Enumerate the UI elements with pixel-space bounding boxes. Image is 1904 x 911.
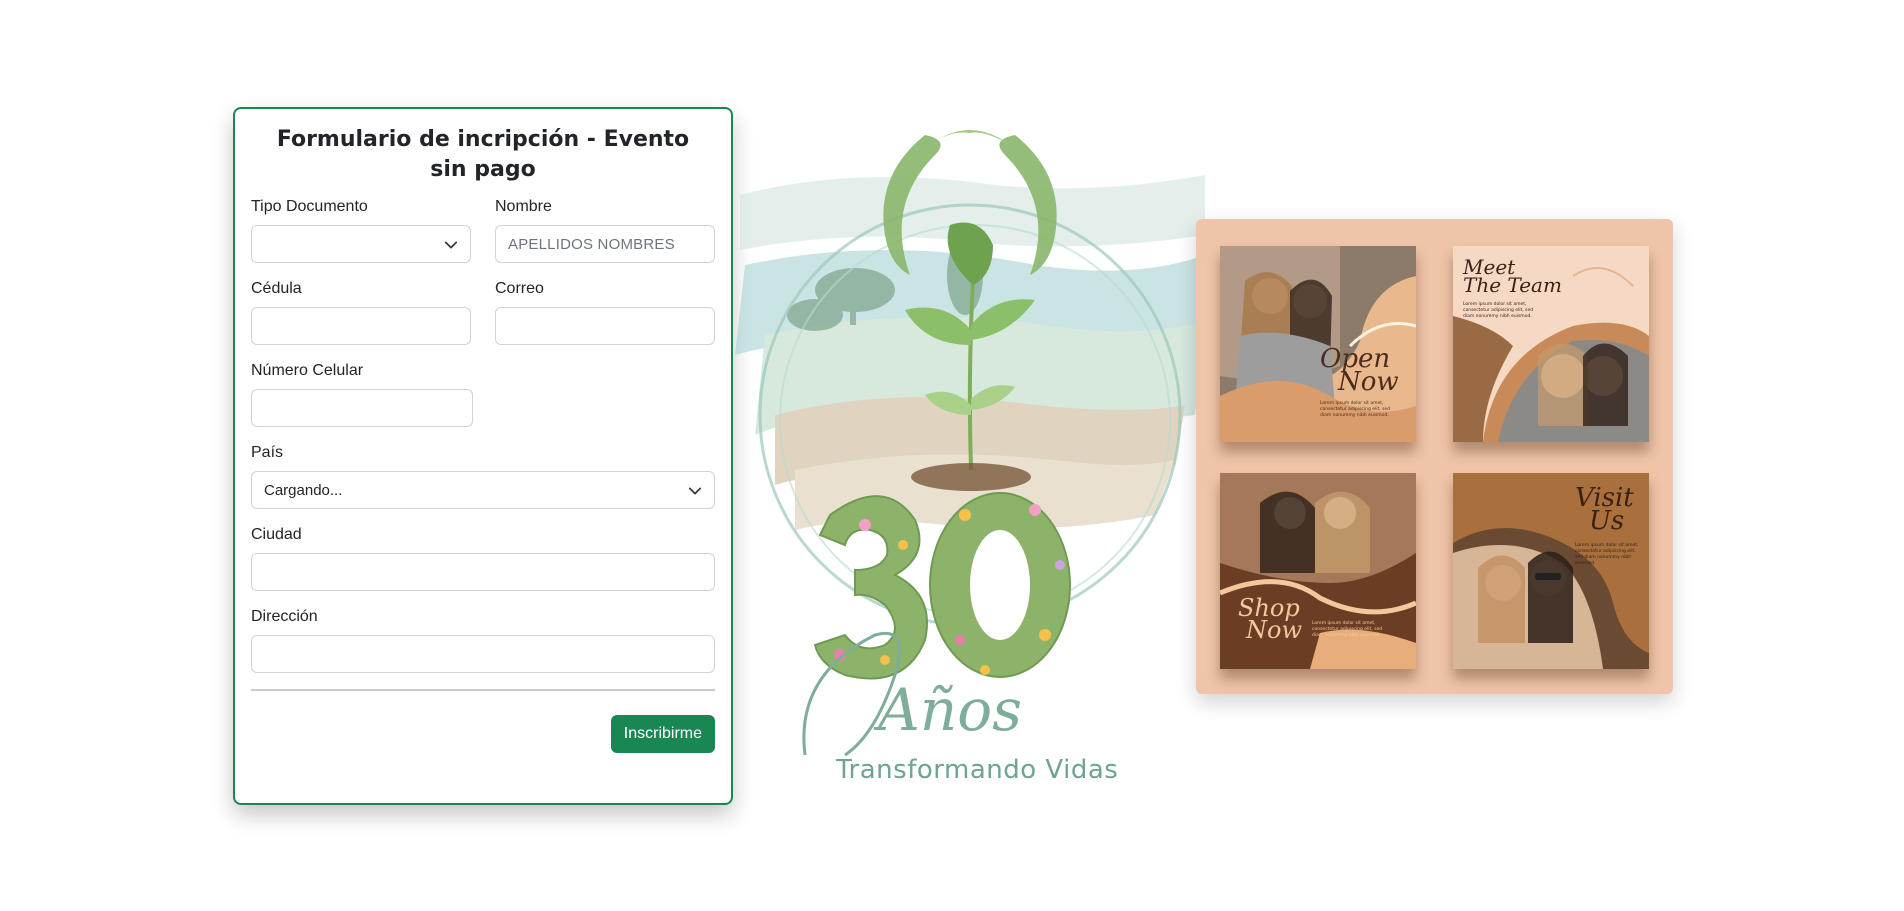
tile-1-title-line2: Now [1338,367,1399,398]
chevron-down-icon [444,241,458,249]
celular-input[interactable] [251,389,473,427]
page: Formulario de incripción - Evento sin pa… [0,0,1904,911]
promo-tile-open-now: Open Now Lorem ipsum dolor sit amet, con… [1220,246,1416,442]
nombre-label: Nombre [495,198,552,215]
logo-tagline: Transformando Vidas [836,755,1119,785]
promo-tile-visit-us: Visit Us Lorem ipsum dolor sit amet, con… [1453,473,1649,669]
promo-tile-shop-now: Shop Now Lorem ipsum dolor sit amet, con… [1220,473,1416,669]
tile-1-small-text: Lorem ipsum dolor sit amet, consectetur … [1320,401,1391,418]
anniversary-logo: Años [735,130,1205,757]
ciudad-label: Ciudad [251,526,302,543]
registration-form-card: Formulario de incripción - Evento sin pa… [233,107,733,805]
direccion-label: Dirección [251,608,318,625]
tipo-documento-select[interactable] [251,225,471,263]
tile-2-small-text: Lorem ipsum dolor sit amet, consectetur … [1463,302,1534,319]
tile-4-title-line2: Us [1589,506,1625,537]
chevron-down-icon [688,487,702,495]
pais-label: País [251,444,284,461]
nombre-input[interactable]: APELLIDOS NOMBRES [495,225,715,263]
celular-label: Número Celular [251,362,364,379]
tile-3-small-text: Lorem ipsum dolor sit amet, consectetur … [1312,621,1383,638]
direccion-input[interactable] [251,635,715,673]
promo-tile-meet-the-team: Meet The Team Lorem ipsum dolor sit amet… [1453,246,1649,442]
tipo-documento-label: Tipo Documento [251,198,368,215]
tile-2-title-line2: The Team [1463,273,1562,297]
logo-word: Años [873,676,1022,744]
cedula-label: Cédula [251,280,302,297]
pais-value: Cargando... [264,481,343,499]
cedula-input[interactable] [251,307,471,345]
correo-input[interactable] [495,307,715,345]
form-divider [251,689,715,691]
promo-panel: Open Now Lorem ipsum dolor sit amet, con… [1196,219,1673,694]
ciudad-input[interactable] [251,553,715,591]
correo-label: Correo [495,280,544,297]
form-title: Formulario de incripción - Evento sin pa… [276,127,690,182]
nombre-placeholder: APELLIDOS NOMBRES [508,235,675,253]
tile-4-small-text: Lorem ipsum dolor sit amet, consectetur … [1575,543,1639,566]
tile-3-title-line2: Now [1246,615,1302,644]
pais-select[interactable]: Cargando... [251,471,715,509]
submit-button[interactable]: Inscribirme [610,715,715,753]
